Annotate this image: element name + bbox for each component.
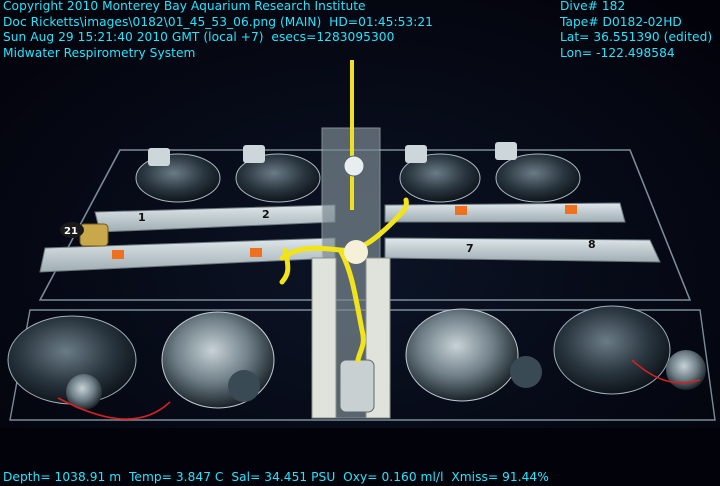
chamber-6 [161, 311, 275, 409]
chamber-label-1: 1 [138, 211, 146, 224]
overlay-system-name: Midwater Respirometry System [3, 45, 196, 60]
chamber-label-2: 2 [262, 208, 270, 221]
chamber-label-7: 7 [466, 242, 474, 255]
overlay-tape: Tape# D0182-02HD [560, 14, 682, 29]
chamber-label-8: 8 [588, 238, 596, 251]
overlay-datetime: Sun Aug 29 15:21:40 2010 GMT (local +7) … [3, 30, 395, 44]
respirometry-apparatus-scene: 1 2 7 8 21 [0, 0, 720, 486]
tag-21-label: 21 [64, 226, 78, 237]
overlay-header-right: Dive# 182 Tape# D0182-02HD Lat= 36.55139… [560, 0, 712, 61]
overlay-latitude: Lat= 36.551390 (edited) [560, 30, 713, 44]
overlay-sensor-readout: Depth= 1038.91 m Temp= 3.847 C Sal= 34.4… [3, 470, 549, 484]
overlay-dive: Dive# 182 [560, 0, 626, 13]
overlay-longitude: Lon= -122.498584 [560, 45, 675, 60]
overlay-header-left: Copyright 2010 Monterey Bay Aquarium Res… [3, 0, 433, 61]
overlay-image-path: Doc Ricketts\images\0182\01_45_53_06.png… [3, 14, 433, 29]
overlay-copyright: Copyright 2010 Monterey Bay Aquarium Res… [3, 0, 366, 13]
video-frame: 1 2 7 8 21 Copyright 2010 Monterey Bay A… [0, 0, 720, 486]
